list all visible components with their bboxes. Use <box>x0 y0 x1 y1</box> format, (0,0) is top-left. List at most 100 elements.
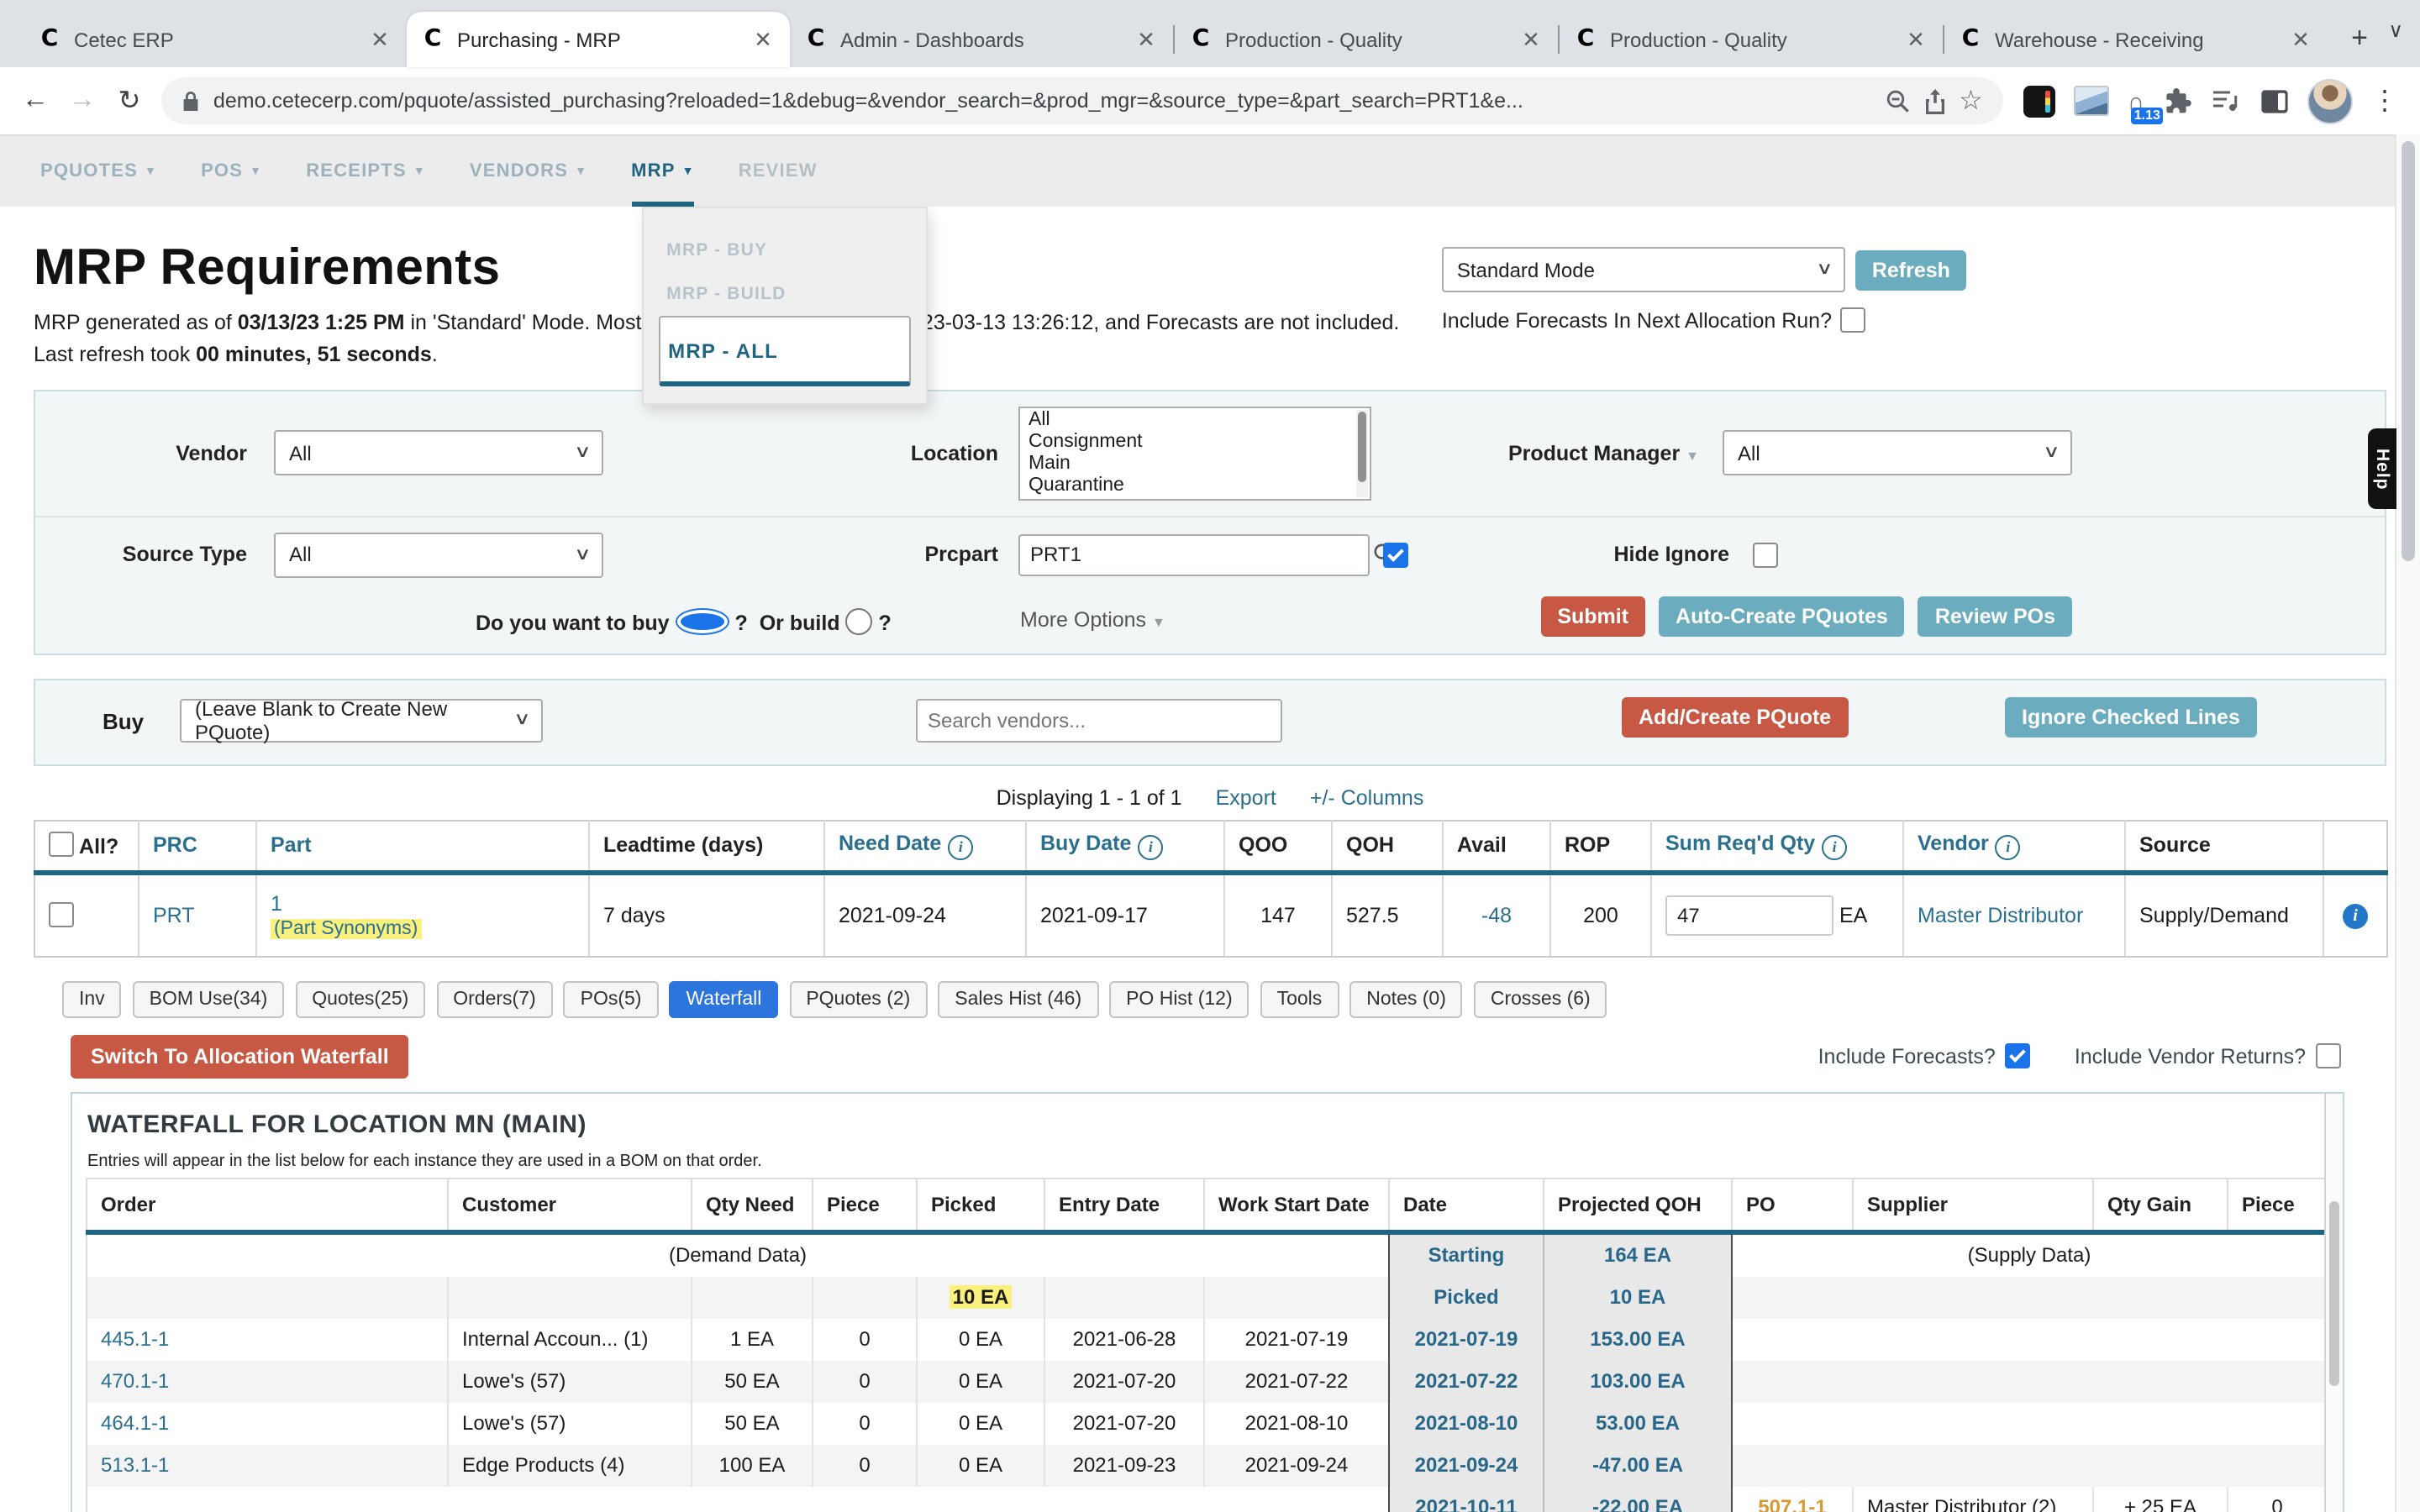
po-link[interactable]: 507.1-1 <box>1758 1496 1826 1512</box>
info-icon[interactable] <box>948 835 973 860</box>
tab-notes[interactable]: Notes (0) <box>1349 981 1463 1018</box>
nav-vendors[interactable]: VENDORS▼ <box>470 136 587 207</box>
browser-tab-purchasing-mrp[interactable]: C Purchasing - MRP ✕ <box>407 12 790 67</box>
row-info-icon[interactable] <box>2343 904 2368 929</box>
col-part[interactable]: Part <box>256 821 589 873</box>
col-vendor[interactable]: Vendor <box>1903 821 2125 873</box>
location-option-all[interactable]: All <box>1020 410 1370 432</box>
tab-sales-hist[interactable]: Sales Hist (46) <box>938 981 1098 1018</box>
tab-pos[interactable]: POs(5) <box>564 981 659 1018</box>
menu-item-mrp-build[interactable]: MRP - BUILD <box>643 272 925 316</box>
close-icon[interactable]: ✕ <box>1133 26 1160 53</box>
mode-select[interactable]: Standard Mode∨ <box>1442 247 1845 292</box>
product-manager-select[interactable]: All∨ <box>1723 431 2072 476</box>
scrollbar-thumb[interactable] <box>2329 1201 2339 1386</box>
vendor-select[interactable]: All∨ <box>274 431 603 476</box>
close-icon[interactable]: ✕ <box>366 26 393 53</box>
close-icon[interactable]: ✕ <box>2287 26 2314 53</box>
order-link[interactable]: 445.1-1 <box>101 1328 169 1352</box>
menu-item-mrp-buy[interactable]: MRP - BUY <box>643 228 925 272</box>
browser-tab-cetec-erp[interactable]: C Cetec ERP ✕ <box>24 12 407 67</box>
tab-search-chevron-icon[interactable]: ∨ <box>2388 18 2403 42</box>
back-icon[interactable]: ← <box>13 86 57 116</box>
location-listbox[interactable]: All Consignment Main Quarantine <box>1018 407 1371 501</box>
pquote-select[interactable]: (Leave Blank to Create New PQuote)∨ <box>180 699 543 743</box>
reload-icon[interactable]: ↻ <box>108 84 151 118</box>
refresh-button[interactable]: Refresh <box>1855 249 1967 290</box>
prcpart-input[interactable] <box>1018 534 1370 576</box>
avail-link[interactable]: -48 <box>1481 904 1512 927</box>
col-sum-req-qty[interactable]: Sum Req'd Qty <box>1651 821 1903 873</box>
browser-tab-warehouse-receiving[interactable]: C Warehouse - Receiving ✕ <box>1944 12 2328 67</box>
extension-screenshot-icon[interactable] <box>2074 86 2109 116</box>
listbox-scrollbar[interactable] <box>1356 410 1368 497</box>
tab-crosses[interactable]: Crosses (6) <box>1474 981 1607 1018</box>
add-create-pquote-button[interactable]: Add/Create PQuote <box>1622 697 1848 738</box>
select-all-checkbox[interactable] <box>49 832 74 858</box>
info-icon[interactable] <box>1822 835 1847 860</box>
new-tab-button[interactable]: + <box>2338 17 2381 60</box>
submit-button[interactable]: Submit <box>1540 596 1645 637</box>
col-buy-date[interactable]: Buy Date <box>1026 821 1224 873</box>
info-icon[interactable] <box>1138 835 1163 860</box>
nav-pquotes[interactable]: PQUOTES▼ <box>40 136 157 207</box>
row-checkbox[interactable] <box>49 902 74 927</box>
browser-menu-kebab-icon[interactable]: ⋮ <box>2363 84 2407 118</box>
order-link[interactable]: 513.1-1 <box>101 1454 169 1478</box>
sum-req-qty-input[interactable] <box>1665 895 1833 936</box>
scrollbar-thumb[interactable] <box>2402 141 2415 561</box>
forward-icon[interactable]: → <box>60 86 104 116</box>
tab-orders[interactable]: Orders(7) <box>436 981 552 1018</box>
tab-inv[interactable]: Inv <box>62 981 122 1018</box>
review-pos-button[interactable]: Review POs <box>1918 596 2072 637</box>
include-forecasts-checkbox[interactable] <box>2006 1044 2031 1069</box>
col-need-date[interactable]: Need Date <box>824 821 1026 873</box>
auto-create-pquotes-button[interactable]: Auto-Create PQuotes <box>1659 596 1905 637</box>
prc-link[interactable]: PRT <box>153 904 195 927</box>
location-option-consignment[interactable]: Consignment <box>1020 432 1370 454</box>
close-icon[interactable]: ✕ <box>1902 26 1929 53</box>
hide-ignore-checkbox[interactable] <box>1753 543 1778 568</box>
ignore-checked-lines-button[interactable]: Ignore Checked Lines <box>2005 697 2257 738</box>
source-type-select[interactable]: All∨ <box>274 533 603 578</box>
tab-tools[interactable]: Tools <box>1260 981 1339 1018</box>
location-option-quarantine[interactable]: Quarantine <box>1020 475 1370 497</box>
avatar[interactable] <box>2307 78 2353 123</box>
nav-review[interactable]: REVIEW <box>739 136 818 207</box>
extension-monitor-icon[interactable]: ∩ 1.13 <box>2128 87 2144 114</box>
menu-item-mrp-all[interactable]: MRP - ALL <box>658 316 910 386</box>
browser-tab-production-quality-2[interactable]: C Production - Quality ✕ <box>1560 12 1943 67</box>
browser-tab-admin-dashboards[interactable]: C Admin - Dashboards ✕ <box>790 12 1173 67</box>
part-synonyms-link[interactable]: (Part Synonyms) <box>271 919 421 939</box>
browser-tab-production-quality-1[interactable]: C Production - Quality ✕ <box>1175 12 1558 67</box>
scrollbar-thumb[interactable] <box>1358 412 1366 482</box>
info-icon[interactable] <box>1996 835 2021 860</box>
close-icon[interactable]: ✕ <box>750 26 776 53</box>
buy-radio[interactable] <box>676 608 729 635</box>
tab-bom-use[interactable]: BOM Use(34) <box>133 981 285 1018</box>
extension-doc-icon[interactable] <box>2023 85 2055 117</box>
more-options-toggle[interactable]: More Options ▼ <box>1020 608 1165 632</box>
close-icon[interactable]: ✕ <box>1518 26 1544 53</box>
vendor-search-input[interactable] <box>916 699 1282 743</box>
col-prc[interactable]: PRC <box>139 821 256 873</box>
zoom-out-icon[interactable] <box>1885 88 1910 113</box>
vendor-link[interactable]: Master Distributor <box>1918 904 2083 927</box>
tab-po-hist[interactable]: PO Hist (12) <box>1109 981 1249 1018</box>
tab-waterfall[interactable]: Waterfall <box>669 981 778 1018</box>
part-link[interactable]: 1 <box>271 892 282 916</box>
waterfall-scrollbar[interactable] <box>2324 1094 2343 1512</box>
prcpart-exact-checkbox[interactable] <box>1383 543 1408 568</box>
help-tab[interactable]: Help <box>2368 428 2396 509</box>
include-vendor-returns-checkbox[interactable] <box>2316 1044 2341 1069</box>
page-scrollbar[interactable] <box>2395 134 2420 1512</box>
nav-receipts[interactable]: RECEIPTS▼ <box>306 136 426 207</box>
share-icon[interactable] <box>1923 88 1945 113</box>
build-radio[interactable] <box>846 608 873 635</box>
extensions-puzzle-icon[interactable] <box>2165 87 2191 114</box>
reading-list-icon[interactable] <box>2212 89 2240 113</box>
order-link[interactable]: 470.1-1 <box>101 1370 169 1394</box>
include-forecasts-next-run-checkbox[interactable] <box>1840 307 1865 333</box>
columns-link[interactable]: +/- Columns <box>1310 786 1423 810</box>
nav-pos[interactable]: POS▼ <box>201 136 262 207</box>
